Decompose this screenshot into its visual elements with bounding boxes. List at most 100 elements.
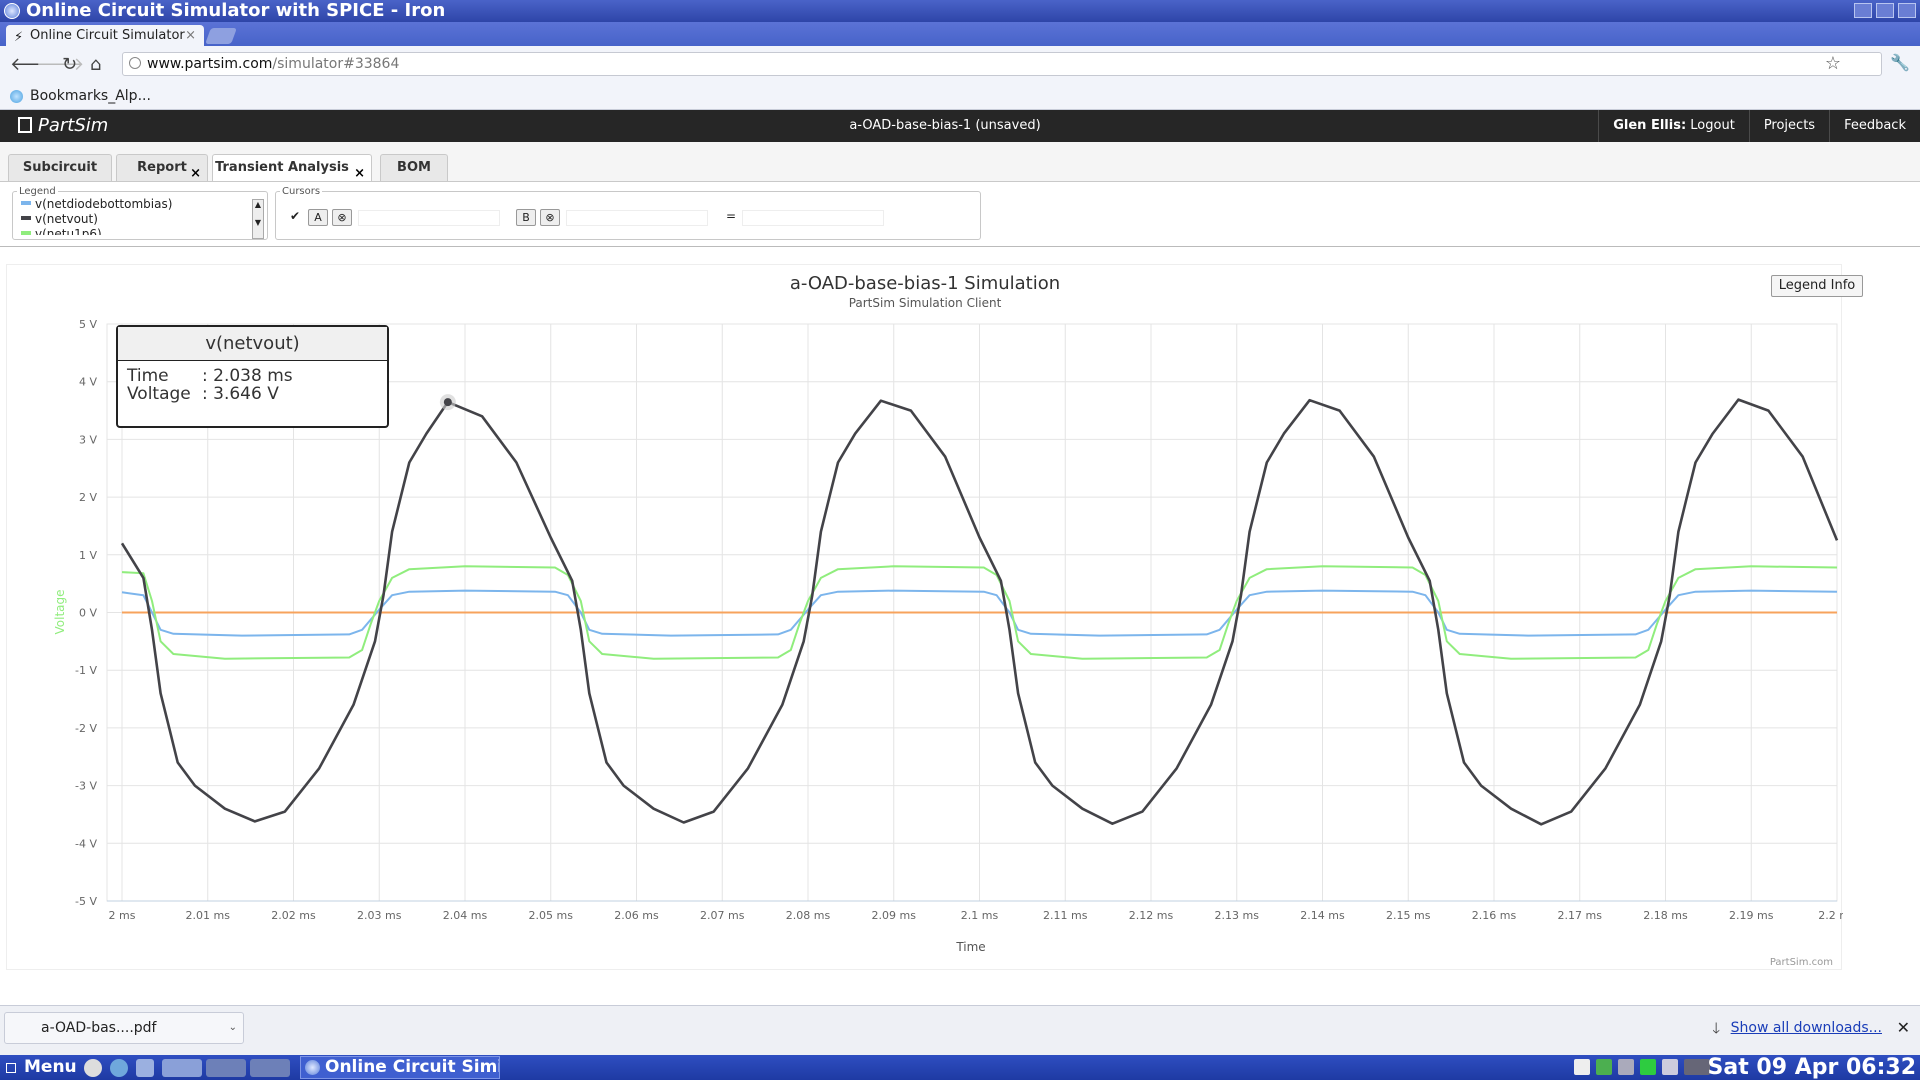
downloads-bar: a-OAD-bas....pdf ⌄ 🡓 Show all downloads.… bbox=[0, 1005, 1920, 1055]
iron-browser-icon bbox=[4, 3, 20, 19]
x-tick-label: 2.04 ms bbox=[443, 909, 488, 922]
x-logo-icon[interactable] bbox=[84, 1059, 102, 1077]
close-tab-icon[interactable]: × bbox=[185, 25, 196, 46]
x-tick-label: 2.2 ms bbox=[1818, 909, 1843, 922]
battery-icon[interactable] bbox=[1640, 1059, 1656, 1075]
minimize-button[interactable] bbox=[1854, 3, 1872, 18]
taskbar-window-button[interactable]: Online Circuit Simi bbox=[300, 1056, 500, 1079]
series-swatch bbox=[21, 231, 31, 235]
logout-link[interactable]: Logout bbox=[1690, 118, 1735, 133]
y-tick-label: 2 V bbox=[79, 491, 97, 504]
legend-list[interactable]: v(netdiodebottombias) v(netvout) v(netu1… bbox=[13, 197, 267, 235]
tooltip-time-value: : 2.038 ms bbox=[202, 366, 293, 386]
legend-scrollbar[interactable]: ▲ ▼ bbox=[252, 199, 264, 239]
user-name: Glen Ellis: bbox=[1613, 118, 1687, 133]
download-menu-chevron-icon[interactable]: ⌄ bbox=[229, 1013, 237, 1043]
tab-report[interactable]: Report × bbox=[116, 154, 208, 182]
workspace-tabs: Subcircuit Report × Transient Analysis ×… bbox=[0, 142, 1920, 183]
tab-subcircuit[interactable]: Subcircuit bbox=[8, 154, 112, 182]
menu-label: Menu bbox=[24, 1057, 77, 1077]
workspace-1[interactable] bbox=[162, 1059, 202, 1077]
maximize-button[interactable] bbox=[1876, 3, 1894, 18]
legend-item[interactable]: v(netdiodebottombias) bbox=[13, 197, 267, 212]
page-info-icon[interactable] bbox=[129, 57, 141, 69]
y-axis-title: Voltage bbox=[53, 589, 67, 634]
url-bar[interactable]: www.partsim.com/simulator#33864 ☆ bbox=[122, 52, 1882, 76]
workspace-3[interactable] bbox=[250, 1059, 290, 1077]
legend-panel-title: Legend bbox=[19, 186, 56, 197]
tray-app-icon[interactable] bbox=[1574, 1059, 1590, 1075]
x-tick-label: 2.02 ms bbox=[271, 909, 316, 922]
series-swatch bbox=[21, 201, 31, 205]
download-filename: a-OAD-bas....pdf bbox=[41, 1020, 157, 1036]
workspace-2[interactable] bbox=[206, 1059, 246, 1077]
cursor-b-clear-icon[interactable]: ⊗ bbox=[540, 209, 560, 226]
browser-tab[interactable]: ⚡ Online Circuit Simulator × bbox=[6, 25, 204, 46]
wrench-menu-icon[interactable]: 🔧 bbox=[1890, 53, 1910, 72]
cursor-b-value bbox=[566, 210, 708, 226]
feedback-link[interactable]: Feedback bbox=[1829, 110, 1920, 142]
legend-info-button[interactable]: Legend Info bbox=[1771, 275, 1863, 297]
os-taskbar: Menu Online Circuit Simi Sat 09 Apr 06:3… bbox=[0, 1055, 1920, 1080]
x-tick-label: 2.14 ms bbox=[1300, 909, 1345, 922]
volume-icon[interactable] bbox=[1662, 1059, 1678, 1075]
x-tick-label: 2.05 ms bbox=[529, 909, 574, 922]
home-icon[interactable]: ⌂ bbox=[90, 54, 101, 75]
header-nav: Glen Ellis: Logout Projects Feedback bbox=[1598, 110, 1920, 142]
chart-credit: PartSim.com bbox=[1770, 957, 1833, 968]
cursors-enable-checkbox[interactable]: ✔ bbox=[290, 209, 304, 223]
clock: Sat 09 Apr 06:32 bbox=[1707, 1055, 1916, 1080]
legend-item[interactable]: v(netvout) bbox=[13, 212, 267, 227]
x-tick-label: 2.06 ms bbox=[614, 909, 659, 922]
x-tick-label: 2.12 ms bbox=[1129, 909, 1174, 922]
cursors-panel-title: Cursors bbox=[282, 186, 321, 197]
shield-icon[interactable] bbox=[1596, 1059, 1612, 1075]
cursor-b-button[interactable]: B bbox=[516, 209, 536, 226]
cursors-panel: Cursors ✔ A ⊗ B ⊗ = bbox=[275, 186, 981, 240]
x-tick-label: 2.03 ms bbox=[357, 909, 402, 922]
bookmark-star-icon[interactable]: ☆ bbox=[1825, 53, 1841, 75]
y-tick-label: 5 V bbox=[79, 318, 97, 331]
new-tab-button[interactable] bbox=[205, 28, 237, 44]
tab-bom[interactable]: BOM bbox=[380, 154, 448, 182]
tooltip-time-label: Time bbox=[127, 366, 169, 386]
x-tick-label: 2.19 ms bbox=[1729, 909, 1774, 922]
browser-launcher-icon[interactable] bbox=[110, 1059, 128, 1077]
tooltip-voltage-label: Voltage bbox=[127, 384, 191, 404]
partsim-header: PartSim a-OAD-base-bias-1 (unsaved) Glen… bbox=[0, 110, 1920, 142]
tab-transient-analysis[interactable]: Transient Analysis × bbox=[212, 154, 372, 183]
x-tick-label: 2.17 ms bbox=[1558, 909, 1603, 922]
x-axis-title: Time bbox=[955, 940, 985, 954]
chart-title: a-OAD-base-bias-1 Simulation bbox=[790, 273, 1060, 294]
browser-toolbar: 🡐 🡒 ↻ ⌂ www.partsim.com/simulator#33864 … bbox=[0, 46, 1920, 84]
chart-subtitle: PartSim Simulation Client bbox=[849, 296, 1002, 310]
tooltip-series-name: v(netvout) bbox=[118, 327, 387, 361]
download-item[interactable]: a-OAD-bas....pdf ⌄ bbox=[4, 1012, 244, 1044]
legend-item[interactable]: v(netu1p6) bbox=[13, 227, 267, 235]
tab-label: BOM bbox=[397, 160, 431, 175]
browser-tab-title: Online Circuit Simulator bbox=[30, 28, 185, 43]
network-icon[interactable] bbox=[1618, 1059, 1634, 1075]
close-downloads-icon[interactable]: ✕ bbox=[1897, 1018, 1910, 1037]
window-controls bbox=[1854, 3, 1916, 18]
url-path: /simulator#33864 bbox=[272, 56, 400, 72]
x-tick-label: 2.18 ms bbox=[1643, 909, 1688, 922]
y-tick-label: -3 V bbox=[75, 780, 97, 793]
x-tick-label: 2.07 ms bbox=[700, 909, 745, 922]
show-all-downloads-link[interactable]: Show all downloads... bbox=[1731, 1020, 1882, 1036]
cursor-a-clear-icon[interactable]: ⊗ bbox=[332, 209, 352, 226]
tooltip-voltage-value: : 3.646 V bbox=[202, 384, 279, 404]
close-window-button[interactable] bbox=[1898, 3, 1916, 18]
tooltip-time-row: Time : 2.038 ms bbox=[118, 367, 387, 385]
y-tick-label: 3 V bbox=[79, 433, 97, 446]
reload-icon[interactable]: ↻ bbox=[62, 54, 77, 75]
start-menu-button[interactable]: Menu bbox=[4, 1055, 77, 1080]
system-tray bbox=[1574, 1059, 1710, 1075]
terminal-icon[interactable] bbox=[136, 1059, 154, 1077]
cursor-delta-value bbox=[742, 210, 884, 226]
projects-link[interactable]: Projects bbox=[1748, 110, 1829, 142]
y-tick-label: -1 V bbox=[75, 664, 97, 677]
cursor-a-button[interactable]: A bbox=[308, 209, 328, 226]
x-tick-label: 2.13 ms bbox=[1215, 909, 1260, 922]
bookmark-item[interactable]: Bookmarks_Alp... bbox=[30, 88, 151, 104]
